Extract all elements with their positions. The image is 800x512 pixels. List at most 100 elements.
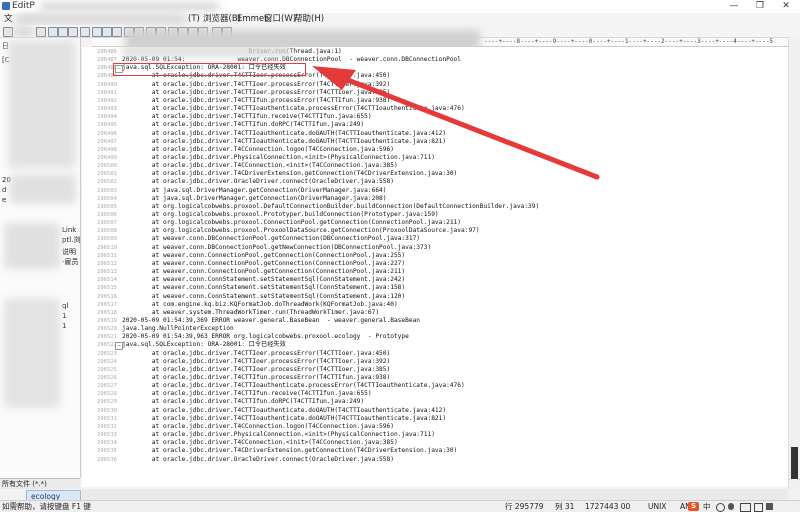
panel-line: 说明 [62,248,76,256]
close-button[interactable]: ✕ [774,0,798,13]
code-line[interactable]: at oracle.jdbc.driver.T4CConnection.logo… [122,423,394,431]
code-line[interactable]: at oracle.jdbc.driver.T4CTTIoauthenticat… [122,415,446,423]
code-line[interactable]: at org.logicalcobwebs.proxool.Connection… [122,219,461,227]
code-line[interactable]: at oracle.jdbc.driver.T4CTTIoer.processE… [122,81,390,89]
line-number: 296490 [97,81,117,88]
code-line[interactable]: at weaver.conn.ConnStatement.setStatemen… [122,284,405,292]
open-folder-icon[interactable] [48,27,58,37]
menu-item-browser[interactable]: 浏览器(B) [203,13,241,25]
file-browser-panel: 日 [C 20 d e Link ptl.浏 说明 -雇员 ql 1 1 [0,38,81,478]
text-editor[interactable]: 296486 296487 296488 296489 296490 296491 2964… [82,47,788,487]
code-line[interactable]: java.lang.NullPointerException [122,325,234,333]
line-number: 296524 [97,358,117,365]
minimize-button[interactable]: — [722,0,746,13]
line-number: 296525 [97,366,117,373]
code-line[interactable]: at oracle.jdbc.driver.T4CTTIfun.receive(… [122,113,372,121]
panel-line: d [2,186,7,194]
tab-strip [82,489,788,500]
highlight-box [113,63,306,76]
code-line[interactable]: at oracle.jdbc.driver.OracleDriver.conne… [122,178,394,186]
panel-line: Link [62,226,77,234]
code-line[interactable]: at com.engine.kq.biz.KQFormatJob.doThrea… [122,301,398,309]
line-number: 296520 [97,326,117,333]
ime-mode[interactable]: 中 [703,501,711,512]
new-file-icon[interactable] [36,27,46,37]
code-line[interactable]: java.sql.SQLException: ORA-28001: 口令已经失效 [122,341,286,349]
code-line[interactable]: at oracle.jdbc.driver.T4CTTIoer.processE… [122,358,390,366]
code-line[interactable]: at weaver.conn.ConnectionPool.getConnect… [122,268,405,276]
code-line[interactable]: at weaver.conn.ConnectionPool.getConnect… [122,252,405,260]
code-line[interactable]: at oracle.jdbc.driver.T4CTTIoauthenticat… [122,138,446,146]
code-line[interactable]: at oracle.jdbc.driver.OracleDriver.conne… [122,456,394,464]
title-bar: EditP — ❐ ✕ [0,0,800,14]
panel-line: 1 [62,312,67,320]
code-line[interactable]: at oracle.jdbc.driver.PhysicalConnection… [122,154,435,162]
code-line[interactable]: at weaver.conn.DBConnectionPool.getConne… [122,235,420,243]
code-line[interactable]: at oracle.jdbc.driver.T4CTTIoer.processE… [122,89,390,97]
code-line[interactable]: at weaver.conn.DBConnectionPool.getNewCo… [122,244,431,252]
line-number: 296517 [97,301,117,308]
scrollbar-thumb[interactable] [791,447,798,479]
code-line[interactable]: at oracle.jdbc.driver.T4CDriverExtension… [122,170,457,178]
paste-icon[interactable] [112,27,122,37]
vertical-scrollbar[interactable] [788,37,800,489]
line-number: 296535 [97,448,117,455]
menu-item-window[interactable]: 窗口(W) [264,13,296,25]
code-line[interactable]: at weaver.system.ThreadWorkTimer.run(Thr… [122,309,379,317]
code-line[interactable]: at oracle.jdbc.driver.T4CConnection.<ini… [122,439,398,447]
pencil-icon[interactable] [3,27,13,37]
code-line[interactable]: at weaver.conn.ConnectionPool.getConnect… [122,260,405,268]
line-number: 296522 [97,342,117,349]
line-number: 296506 [97,212,117,218]
copy-icon[interactable] [102,27,112,37]
ime-logo-icon[interactable]: S [688,502,699,511]
redacted-panel-bottom [4,298,60,408]
line-number: 296492 [97,97,117,104]
code-line[interactable]: at org.logicalcobwebs.proxool.Prototyper… [122,211,439,219]
code-line[interactable]: at oracle.jdbc.driver.T4CTTIoauthenticat… [122,130,446,138]
code-line[interactable]: at oracle.jdbc.driver.T4CTTIfun.receive(… [122,390,372,398]
code-line[interactable]: at org.logicalcobwebs.proxool.ProxoolDat… [122,227,480,235]
code-line[interactable]: at oracle.jdbc.driver.T4CTTIoer.processE… [122,366,390,374]
print-icon[interactable] [68,27,78,37]
code-line[interactable]: at java.sql.DriverManager.getConnection(… [122,195,387,203]
code-line[interactable]: at oracle.jdbc.driver.T4CTTIoauthenticat… [122,382,465,390]
line-number: 296514 [97,277,117,284]
code-line[interactable]: at oracle.jdbc.driver.T4CTTIfun.processE… [122,374,390,382]
code-line[interactable]: 2020-05-09 01:54:39,369 ERROR weaver.gen… [122,317,420,325]
code-line[interactable]: at oracle.jdbc.driver.T4CConnection.logo… [122,146,394,154]
code-line[interactable]: at java.sql.DriverManager.getConnection(… [122,187,387,195]
code-line[interactable]: at oracle.jdbc.driver.T4CTTIoer.processE… [122,350,390,358]
line-number: 296523 [97,350,117,357]
code-line[interactable]: at weaver.conn.ConnStatement.setStatemen… [122,276,405,284]
menu-item-help[interactable]: 帮助(H) [294,13,324,25]
code-line[interactable]: at org.logicalcobwebs.proxool.DefaultCon… [122,203,539,211]
code-line[interactable]: at oracle.jdbc.driver.T4CConnection.<ini… [122,162,398,170]
menu-item-tools[interactable]: (T) [188,13,200,25]
code-line[interactable]: at weaver.conn.ConnStatement.setStatemen… [122,293,405,301]
line-number: 296518 [97,309,117,316]
line-number: 296528 [97,391,117,398]
line-number: 296532 [97,423,117,430]
code-line[interactable]: at oracle.jdbc.driver.T4CTTIfun.processE… [122,97,390,105]
code-line[interactable]: at oracle.jdbc.driver.T4CDriverExtension… [122,447,457,455]
code-line[interactable]: at oracle.jdbc.driver.PhysicalConnection… [122,431,435,439]
code-line[interactable]: at oracle.jdbc.driver.T4CTTIoauthenticat… [122,105,465,113]
code-line[interactable]: at oracle.jdbc.driver.T4CTTIfun.doRPC(T4… [122,398,364,406]
toolbox-icon[interactable] [766,503,773,510]
code-line[interactable]: at oracle.jdbc.driver.T4CTTIfun.doRPC(T4… [122,121,364,129]
code-line[interactable]: at oracle.jdbc.driver.T4CTTIoauthenticat… [122,407,446,415]
status-eol: UNIX [648,502,667,511]
cut-icon[interactable] [92,27,102,37]
line-number: 296493 [97,106,117,113]
line-number: 296497 [97,138,117,145]
menu-item-emmet[interactable]: Emmet [237,13,268,25]
menu-item-file[interactable]: 文 [4,13,13,25]
filter-icon[interactable] [80,27,90,37]
panel-line: ql [62,302,69,310]
file-type-filter[interactable]: 所有文件 (*.*) [0,478,80,489]
maximize-button[interactable]: ❐ [748,0,772,13]
save-icon[interactable] [58,27,68,37]
line-number: 296526 [97,375,117,381]
microphone-icon[interactable] [728,503,734,510]
